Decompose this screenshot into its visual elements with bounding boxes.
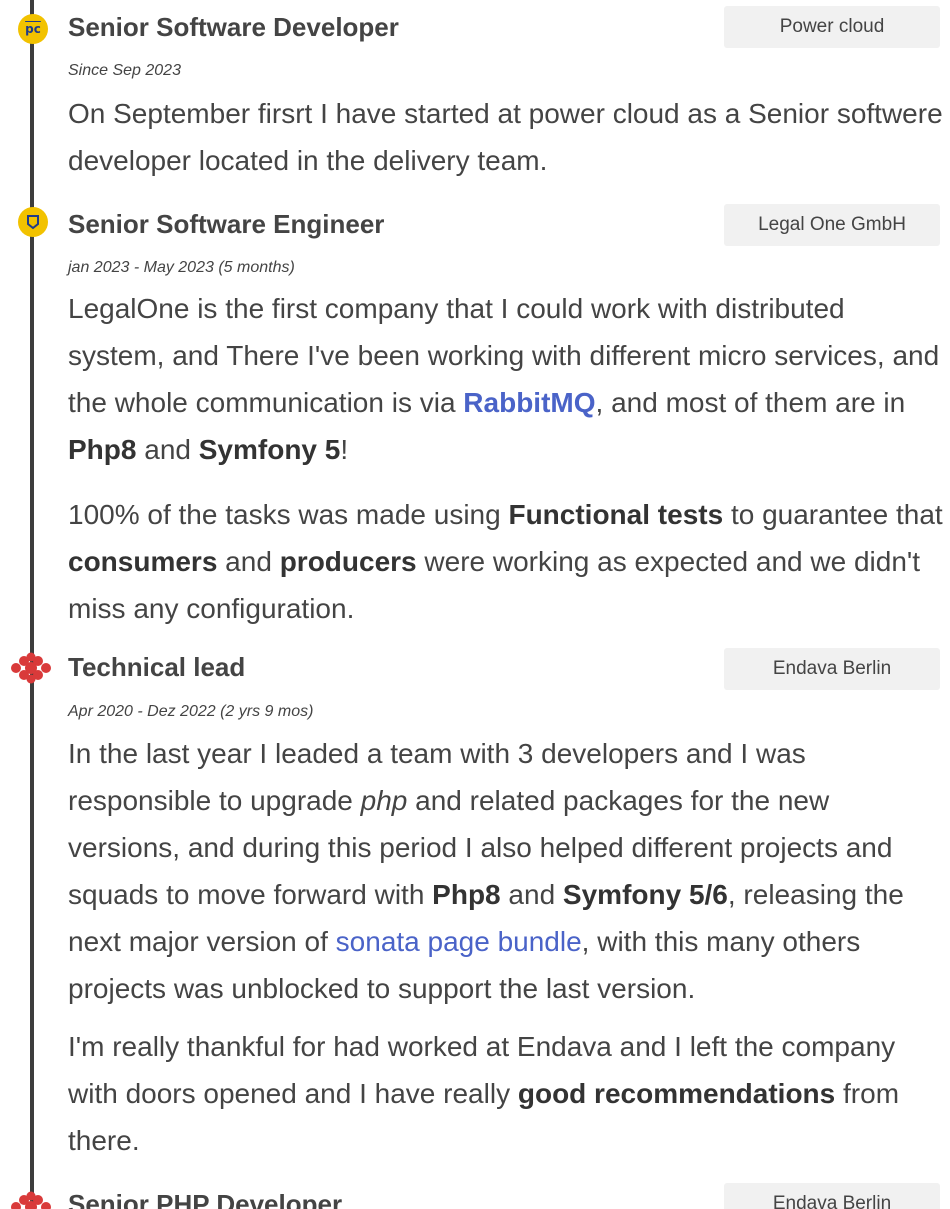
company-badge: Endava Berlin <box>724 648 940 690</box>
job-period: Apr 2020 - Dez 2022 (2 yrs 9 mos) <box>68 703 314 720</box>
legal-one-logo-icon <box>18 207 48 237</box>
company-badge: Power cloud <box>724 6 940 48</box>
sonata-page-bundle-link[interactable]: sonata page bundle <box>336 926 582 957</box>
job-description: 100% of the tasks was made using Functio… <box>68 499 943 624</box>
power-cloud-logo-icon: pc <box>18 14 48 44</box>
rabbitmq-link[interactable]: RabbitMQ <box>463 387 595 418</box>
job-title: Senior Software Developer <box>68 12 399 42</box>
company-badge: Endava Berlin <box>724 1183 940 1209</box>
job-description: I'm really thankful for had worked at En… <box>68 1031 900 1156</box>
job-title: Senior Software Engineer <box>68 209 385 239</box>
job-title: Technical lead <box>68 652 246 682</box>
job-title: Senior PHP Developer <box>68 1189 343 1209</box>
company-badge: Legal One GmbH <box>724 204 940 246</box>
job-period: jan 2023 - May 2023 (5 months) <box>68 259 295 276</box>
job-description: On September firsrt I have started at po… <box>68 98 943 176</box>
endava-logo-icon <box>11 652 51 684</box>
job-period: Since Sep 2023 <box>68 62 181 79</box>
timeline-line <box>30 0 34 1209</box>
endava-logo-icon <box>11 1191 51 1209</box>
job-description: In the last year I leaded a team with 3 … <box>68 738 904 1004</box>
experience-timeline: pc Senior Software Developer Power cloud… <box>0 0 950 1209</box>
job-description: LegalOne is the first company that I cou… <box>68 293 940 465</box>
